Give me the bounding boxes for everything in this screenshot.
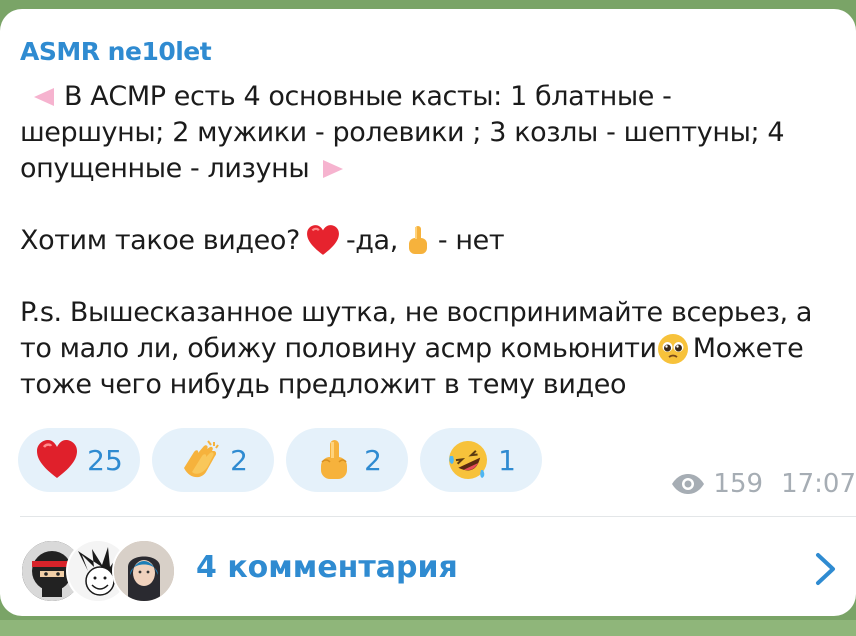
comments-label: 4 комментария (196, 550, 458, 585)
message-line-5: -да, (345, 225, 398, 256)
message-text: В АСМР есть 4 основные касты: 1 блатные … (20, 79, 856, 403)
pleading-face-icon (657, 334, 688, 364)
message-line-9: Можете (692, 333, 804, 364)
message-line: то мало ли, обижу половину асмр комьюнит… (20, 331, 856, 367)
views-count: 159 (713, 469, 764, 499)
message-line: опущенные - лизуны (20, 151, 856, 187)
message-line: В АСМР есть 4 основные касты: 1 блатные … (20, 79, 856, 115)
reaction-rofl[interactable]: 1 (420, 428, 542, 492)
message-bubble: ASMR ne10let В АСМР есть 4 основные каст… (0, 9, 856, 616)
reaction-heart[interactable]: 25 (18, 428, 140, 492)
message-line-4: Хотим такое видео? (20, 225, 300, 256)
message-time: 17:07 (781, 469, 856, 499)
triangle-left-icon (34, 88, 54, 106)
reaction-clap[interactable]: 2 (152, 428, 274, 492)
message-line-6: - нет (437, 225, 505, 256)
chevron-right-icon (816, 553, 835, 585)
middle-finger-icon (408, 226, 427, 254)
photo-avatar-icon (114, 541, 174, 601)
comments-button[interactable]: 4 комментария (0, 517, 856, 617)
eye-icon (672, 474, 705, 494)
reaction-count: 2 (230, 443, 248, 477)
avatar (112, 539, 176, 603)
red-heart-icon (37, 440, 78, 478)
message-line-10: тоже чего нибудь предложит в тему видео (20, 369, 627, 400)
clapping-hands-icon (184, 440, 219, 478)
message-line-1: В АСМР есть 4 основные касты: 1 блатные … (64, 81, 672, 112)
reaction-count: 2 (364, 443, 382, 477)
reaction-count: 1 (498, 443, 516, 477)
triangle-right-icon (323, 160, 344, 178)
reaction-count: 25 (87, 443, 123, 477)
message-line-3: опущенные - лизуны (20, 153, 310, 184)
message-line-8: то мало ли, обижу половину асмр комьюнит… (20, 333, 657, 364)
reaction-middle-finger[interactable]: 2 (286, 428, 408, 492)
middle-finger-icon (321, 440, 348, 479)
message-line-2: шершуны; 2 мужики - ролевики ; 3 козлы -… (20, 117, 785, 148)
commenter-avatars (20, 539, 176, 603)
message-line-7: P.s. Вышесказанное шутка, не воспринимай… (20, 297, 813, 328)
channel-name[interactable]: ASMR ne10let (20, 37, 212, 66)
message-line: тоже чего нибудь предложит в тему видео (20, 367, 856, 403)
message-line: Хотим такое видео? -да, - нет (20, 223, 856, 259)
message-line: шершуны; 2 мужики - ролевики ; 3 козлы -… (20, 115, 856, 151)
reactions-bar: 25 2 2 1 (18, 428, 542, 492)
chat-background-strip (0, 620, 856, 636)
message-line: P.s. Вышесказанное шутка, не воспринимай… (20, 295, 856, 331)
red-heart-icon (307, 225, 339, 255)
message-meta: 159 17:07 (671, 469, 856, 499)
rofl-face-icon (449, 441, 488, 479)
